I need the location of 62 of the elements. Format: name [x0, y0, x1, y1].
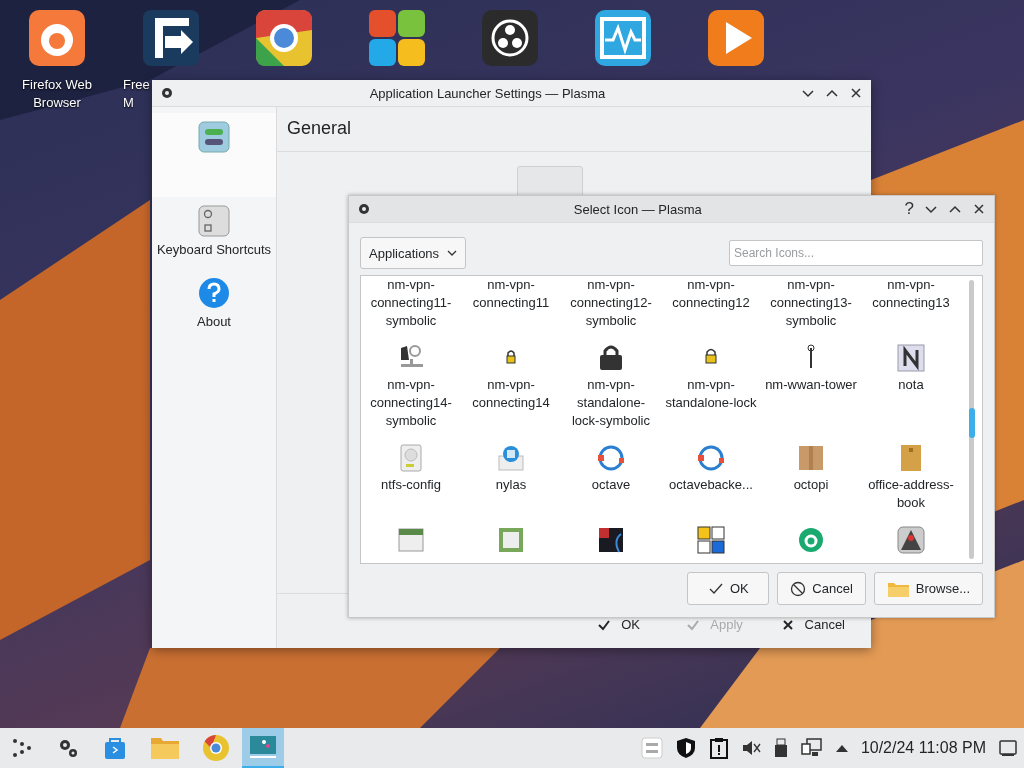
search-field[interactable]: Search Icons...	[729, 240, 983, 266]
icon-name[interactable]: nota	[865, 376, 957, 394]
close-icon[interactable]	[849, 86, 863, 100]
scrollbar-thumb[interactable]	[969, 408, 975, 438]
ok-button[interactable]: OK	[687, 572, 770, 605]
icon-name[interactable]: nm-vpn-connecting13-symbolic	[765, 276, 857, 330]
gear-icon[interactable]	[160, 86, 174, 100]
icon-name[interactable]: nm-vpn-standalone-lock-symbolic	[565, 376, 657, 430]
waveform-icon[interactable]	[593, 8, 653, 68]
icon-name[interactable]: nm-vpn-standalone-lock	[665, 376, 757, 412]
sidebar-item[interactable]: About	[152, 269, 276, 341]
clock[interactable]: 10/2/24 11:08 PM	[860, 739, 986, 757]
window-title: Application Launcher Settings — Plasma	[368, 85, 607, 101]
usb-drive-icon[interactable]	[772, 738, 789, 758]
browser-icon[interactable]	[254, 8, 314, 68]
icon-name[interactable]: nm-vpn-connecting14-symbolic	[365, 376, 457, 430]
ok-button[interactable]: OK	[574, 611, 663, 638]
icon-name[interactable]: office-address-book	[865, 476, 957, 512]
icon-name[interactable]: octave	[565, 476, 657, 494]
icon-name[interactable]: octavebacke...	[665, 476, 757, 494]
icon-name[interactable]: nm-vpn-connecting14	[465, 376, 557, 412]
help-icon	[198, 277, 230, 309]
desktop-icon-label: Firefox Web Browser	[21, 76, 93, 112]
browse-button[interactable]: Browse...	[873, 572, 983, 605]
figure-tile-icon[interactable]	[895, 524, 927, 556]
active-app-button[interactable]	[242, 728, 284, 768]
show-desktop-icon[interactable]	[998, 738, 1018, 758]
icon-name[interactable]: nm-vpn-connecting11	[465, 276, 557, 312]
cross-icon	[780, 617, 795, 632]
page-heading: General	[277, 107, 871, 152]
window-title: Select Icon — Plasma	[572, 201, 703, 217]
icon-name[interactable]: ntfs-config	[365, 476, 457, 494]
icon-name[interactable]: nm-vpn-connecting12	[665, 276, 757, 312]
cancel-button[interactable]: Cancel	[777, 572, 866, 605]
icon-name[interactable]: nm-vpn-connecting13	[865, 276, 957, 312]
grid-squares-icon[interactable]	[695, 524, 727, 556]
sidebar-item[interactable]: Keyboard Shortcuts	[152, 197, 276, 269]
dots-launcher-icon[interactable]	[10, 736, 34, 760]
shield-icon[interactable]	[674, 737, 697, 759]
icon-name[interactable]: nm-vpn-connecting12-symbolic	[565, 276, 657, 330]
speaker-muted-icon[interactable]	[740, 738, 761, 758]
squares-icon[interactable]	[367, 8, 427, 68]
expand-up-icon[interactable]	[834, 743, 849, 753]
icon-name[interactable]: octopi	[765, 476, 857, 494]
keyboard-key-icon	[198, 205, 230, 237]
letter-n-tile-icon[interactable]	[895, 342, 927, 374]
prohibited-icon	[790, 580, 807, 597]
gear-icon[interactable]	[357, 202, 371, 216]
desktop-icon-label: Free M	[123, 76, 151, 112]
shopping-bag-icon[interactable]	[102, 735, 128, 761]
toggles-icon	[198, 121, 230, 153]
icon-name[interactable]: nylas	[465, 476, 557, 494]
clipboard-alert-icon[interactable]	[708, 737, 729, 759]
play-icon[interactable]	[706, 8, 766, 68]
close-icon[interactable]	[972, 202, 986, 216]
icon-name[interactable]: nm-vpn-connecting11-symbolic	[365, 276, 457, 330]
category-dropdown[interactable]: Applications	[360, 237, 467, 269]
help-button[interactable]: ?	[904, 201, 914, 217]
scrollbar[interactable]	[969, 280, 974, 559]
app-window-icon	[248, 734, 278, 760]
icon-name[interactable]: nm-wwan-tower	[765, 376, 857, 394]
chevron-down-icon	[447, 249, 458, 257]
